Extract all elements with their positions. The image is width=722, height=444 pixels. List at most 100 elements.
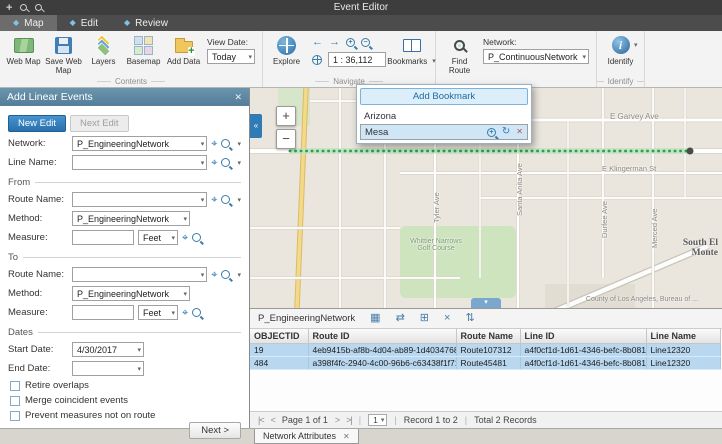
group-label-identify: Identify	[597, 77, 644, 86]
add-linear-events-panel: Add Linear Events ✕ New Edit Next Edit N…	[0, 88, 250, 428]
zoom-to-selection-icon[interactable]: ⊞	[420, 313, 429, 324]
next-page-button[interactable]: >	[335, 415, 339, 425]
switch-selection-icon[interactable]: ⇄	[396, 313, 405, 324]
zoom-menu-icon[interactable]	[221, 139, 230, 148]
ribbon-tabbar: ◆ Map ◆ Edit ◆ Review	[0, 15, 722, 31]
caret-down-icon: ▾	[234, 271, 241, 279]
ribbon-group-find-route: Find Route Network: P_ContinuousNetwork …	[436, 31, 597, 87]
identify-button[interactable]: i ▾ Identify	[602, 34, 639, 67]
attribute-table-toolbar: P_EngineeringNetwork ▦ ⇄ ⊞ × ⇅	[250, 309, 722, 329]
collapse-table-button[interactable]: ▾	[471, 298, 501, 308]
network-select[interactable]: P_ContinuousNetwork ▾	[483, 49, 589, 64]
to-route-name-select[interactable]: ▾	[72, 267, 207, 282]
zoom-in-tool-icon[interactable]: +	[346, 38, 355, 47]
zoom-in-button[interactable]: +	[276, 106, 296, 126]
caret-down-icon: ▾	[198, 196, 205, 204]
network-select[interactable]: P_EngineeringNetwork ▾	[72, 136, 207, 151]
place-label: Monte	[670, 248, 718, 258]
attribute-grid: OBJECTID Route ID Route Name Line ID Lin…	[250, 329, 721, 370]
clear-selection-icon[interactable]: ×	[444, 313, 450, 324]
first-page-button[interactable]: |<	[258, 415, 264, 425]
find-route-button[interactable]: Find Route	[441, 34, 478, 75]
collapse-panel-button[interactable]: «	[250, 114, 262, 138]
zoom-to-icon[interactable]: +	[487, 128, 496, 137]
from-measure-input[interactable]	[72, 230, 134, 245]
pick-measure-icon[interactable]: ⌖	[182, 308, 188, 318]
column-header[interactable]: Route Name	[456, 329, 520, 343]
zoom-to-measure-icon[interactable]	[192, 308, 201, 317]
end-date-input[interactable]: ▾	[72, 361, 144, 376]
tab-review[interactable]: ◆ Review	[111, 15, 181, 31]
zoom-out-icon[interactable]	[20, 4, 27, 11]
page-select[interactable]: 1 ▾	[368, 414, 387, 426]
tab-network-attributes[interactable]: Network Attributes ✕	[254, 429, 359, 444]
street-label: E Garvey Ave	[610, 112, 659, 121]
zoom-in-icon[interactable]	[35, 4, 42, 11]
from-measure-unit-select[interactable]: Feet ▾	[138, 230, 178, 245]
to-method-select[interactable]: P_EngineeringNetwork ▾	[72, 286, 190, 301]
start-date-input[interactable]: 4/30/2017 ▾	[72, 342, 144, 357]
next-extent-icon[interactable]: →	[329, 37, 340, 48]
close-icon[interactable]: ✕	[343, 432, 350, 441]
select-on-map-icon[interactable]: ⌖	[211, 195, 217, 205]
to-measure-input[interactable]	[72, 305, 134, 320]
web-map-button[interactable]: Web Map	[5, 34, 42, 67]
view-date-select[interactable]: Today ▾	[207, 49, 255, 64]
zoom-menu-icon[interactable]	[221, 195, 230, 204]
selected-route	[290, 148, 694, 155]
new-edit-button[interactable]: New Edit	[8, 115, 66, 132]
column-header[interactable]: Line ID	[520, 329, 646, 343]
add-bookmark-button[interactable]: Add Bookmark	[360, 88, 528, 105]
zoom-out-button[interactable]: −	[276, 129, 296, 149]
bookmarks-button[interactable]: Bookmarks ▾	[393, 34, 430, 67]
layer-name-label: P_EngineeringNetwork	[258, 313, 355, 324]
bookmark-item-mesa[interactable]: Mesa + ↻ ✕	[360, 124, 528, 140]
retire-overlaps-checkbox[interactable]	[10, 381, 20, 391]
tab-map[interactable]: ◆ Map	[0, 15, 57, 31]
previous-extent-icon[interactable]: ←	[312, 37, 323, 48]
caret-down-icon: ▾	[168, 234, 175, 242]
refresh-icon[interactable]: ↻	[502, 127, 510, 137]
basemap-button[interactable]: Basemap	[125, 34, 162, 67]
merge-coincident-events-checkbox[interactable]	[10, 396, 20, 406]
next-edit-button[interactable]: Next Edit	[70, 115, 129, 132]
next-button[interactable]: Next >	[189, 422, 241, 439]
tab-edit[interactable]: ◆ Edit	[57, 15, 111, 31]
zoom-out-tool-icon[interactable]: −	[361, 38, 370, 47]
caret-down-icon: ▾	[180, 215, 187, 223]
add-data-button[interactable]: Add Data	[165, 34, 202, 67]
zoom-menu-icon[interactable]	[221, 158, 230, 167]
titlebar: + Event Editor	[0, 0, 722, 15]
select-on-map-icon[interactable]: ⌖	[211, 158, 217, 168]
column-header[interactable]: Route ID	[308, 329, 456, 343]
zoom-control: + −	[276, 106, 296, 149]
zoom-menu-icon[interactable]	[221, 270, 230, 279]
previous-page-button[interactable]: <	[271, 415, 275, 425]
close-icon[interactable]: ✕	[234, 92, 242, 103]
sort-icon[interactable]: ⇅	[465, 313, 474, 324]
close-icon[interactable]: ✕	[516, 128, 523, 136]
prevent-measures-checkbox[interactable]	[10, 411, 20, 421]
column-header[interactable]: Line Name	[646, 329, 720, 343]
select-on-map-icon[interactable]: ⌖	[211, 139, 217, 149]
add-icon[interactable]: +	[6, 3, 12, 13]
layers-button[interactable]: Layers	[85, 34, 122, 67]
last-page-button[interactable]: >|	[346, 415, 352, 425]
map-scale-input[interactable]: 1 : 36,112	[328, 52, 386, 67]
zoom-to-measure-icon[interactable]	[192, 233, 201, 242]
explore-button[interactable]: Explore	[268, 34, 305, 67]
from-method-select[interactable]: P_EngineeringNetwork ▾	[72, 211, 190, 226]
to-measure-unit-select[interactable]: Feet ▾	[138, 305, 178, 320]
selection-options-icon[interactable]: ▦	[370, 313, 380, 324]
line-name-select[interactable]: ▾	[72, 155, 207, 170]
table-row[interactable]: 484 a398f4fc-2940-4c00-96b6-c63438f1f711…	[250, 356, 720, 369]
column-header[interactable]: OBJECTID	[250, 329, 308, 343]
pick-measure-icon[interactable]: ⌖	[182, 233, 188, 243]
from-route-name-select[interactable]: ▾	[72, 192, 207, 207]
select-on-map-icon[interactable]: ⌖	[211, 270, 217, 280]
save-web-map-button[interactable]: Save Web Map	[45, 34, 82, 75]
map-tab-icon: ◆	[13, 19, 19, 27]
bookmark-item-arizona[interactable]: Arizona	[360, 108, 528, 124]
table-row[interactable]: 19 4eb9415b-af8b-4d04-ab89-1d403476832b …	[250, 343, 720, 356]
ribbon-group-navigate: Explore ← → + − 1 : 36,112	[263, 31, 436, 87]
